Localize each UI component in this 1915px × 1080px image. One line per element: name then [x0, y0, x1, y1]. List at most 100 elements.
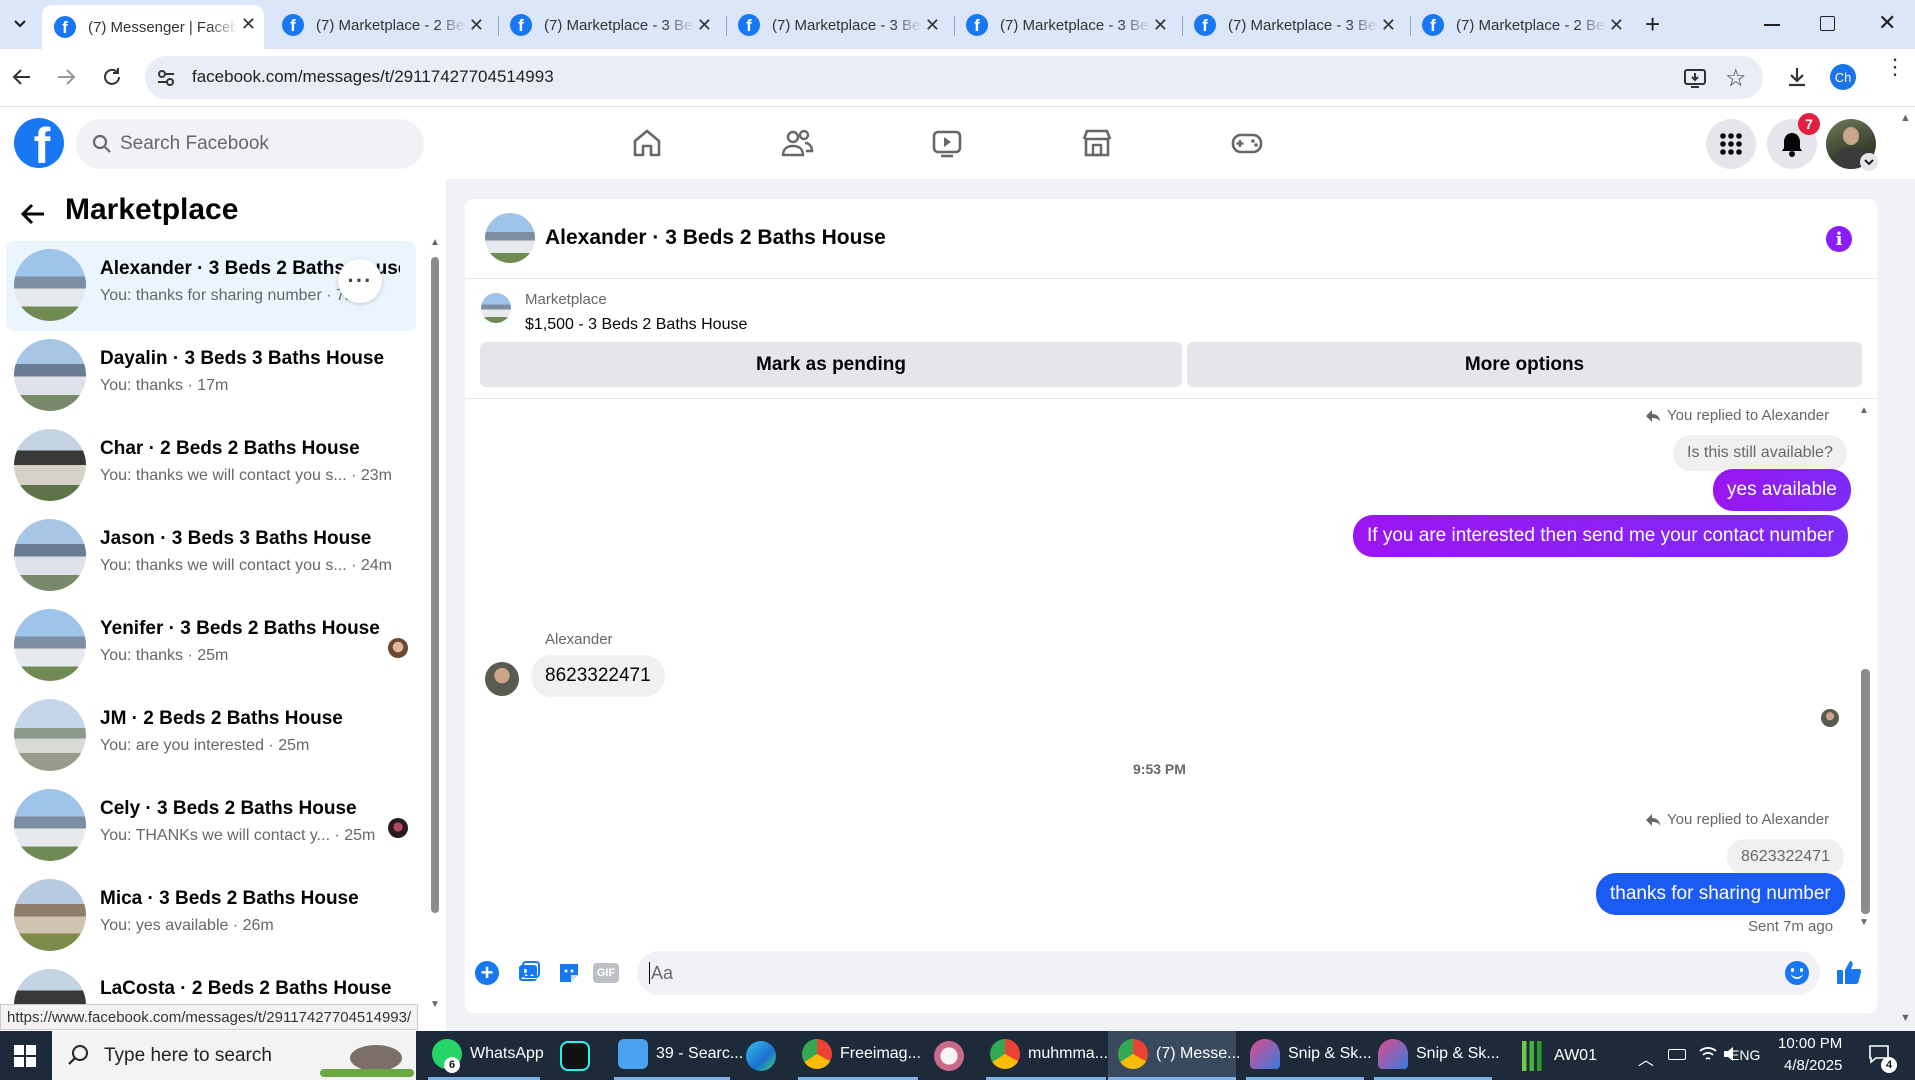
- taskbar-app-whatsapp[interactable]: WhatsApp 6: [428, 1031, 544, 1080]
- bell-icon: [1782, 133, 1802, 157]
- facebook-search-input[interactable]: Search Facebook: [76, 119, 424, 169]
- tab-search-button[interactable]: [8, 12, 32, 36]
- conversation-preview: You: thanks · 17m: [100, 377, 229, 394]
- forward-arrow-icon[interactable]: [56, 67, 76, 87]
- reply-indicator: You replied to Alexander: [1645, 811, 1829, 828]
- bookmark-star-icon[interactable]: ☆: [1725, 64, 1747, 93]
- video-icon[interactable]: [929, 125, 965, 161]
- restore-window-button[interactable]: [1820, 16, 1835, 31]
- wifi-icon[interactable]: [1698, 1045, 1718, 1063]
- browser-tab[interactable]: f (7) Messenger | Facebook ✕: [42, 5, 264, 49]
- add-attachment-button[interactable]: +: [475, 961, 499, 985]
- message-bubble-sent[interactable]: yes available: [1713, 469, 1851, 511]
- more-options-button[interactable]: More options: [1187, 342, 1862, 387]
- menu-grid-button[interactable]: [1706, 119, 1756, 169]
- page-scrollbar[interactable]: ▲ ▼: [1898, 112, 1914, 1030]
- url-text[interactable]: facebook.com/messages/t/2911742770451499…: [192, 67, 554, 87]
- taskbar-app-paint[interactable]: [934, 1031, 966, 1080]
- taskbar-app-chrome-messenger[interactable]: (7) Messe...: [1108, 1031, 1240, 1080]
- info-icon[interactable]: i: [1826, 226, 1852, 252]
- tab-title: (7) Marketplace - 2 Beds: [316, 16, 466, 34]
- conversation-item[interactable]: Char · 2 Beds 2 Baths House You: thanks …: [6, 421, 416, 511]
- like-thumb-icon[interactable]: [1835, 958, 1863, 986]
- conversation-item[interactable]: Mica · 3 Beds 2 Baths House You: yes ava…: [6, 871, 416, 961]
- gaming-icon[interactable]: [1229, 125, 1265, 161]
- taskbar-app-chrome-muhmma[interactable]: muhmma...: [986, 1031, 1108, 1080]
- language-indicator[interactable]: ENG: [1730, 1047, 1760, 1063]
- browser-tab[interactable]: f (7) Marketplace - 3 Beds ✕: [498, 6, 720, 44]
- taskbar-app-edge[interactable]: [746, 1031, 778, 1080]
- chat-scroll-thumb[interactable]: [1861, 669, 1870, 914]
- home-icon[interactable]: [629, 125, 665, 161]
- tab-title: (7) Marketplace - 2 Beds: [1456, 16, 1606, 34]
- conversation-list-pane: Marketplace Alexander · 3 Beds 2 Baths H…: [0, 179, 446, 1031]
- facebook-header: f Search Facebook 7: [0, 107, 1915, 179]
- taskbar-app-chrome-freeimages[interactable]: Freeimag...: [798, 1031, 921, 1080]
- message-bubble-sent[interactable]: If you are interested then send me your …: [1353, 515, 1848, 557]
- reload-icon[interactable]: [101, 66, 123, 88]
- back-arrow-icon[interactable]: [12, 67, 32, 87]
- browser-tab[interactable]: f (7) Marketplace - 2 Beds ✕: [1410, 6, 1632, 44]
- marketplace-icon[interactable]: [1079, 125, 1115, 161]
- close-tab-icon[interactable]: ✕: [925, 15, 940, 36]
- listing-thumbnail: [14, 429, 86, 501]
- windows-start-icon[interactable]: [14, 1045, 36, 1067]
- account-chevron-icon[interactable]: [1860, 153, 1878, 171]
- conversation-item[interactable]: Yenifer · 3 Beds 2 Baths House You: than…: [6, 601, 416, 691]
- quoted-message: 8623322471: [1727, 839, 1844, 875]
- photo-icon[interactable]: [517, 961, 541, 985]
- chat-title[interactable]: Alexander · 3 Beds 2 Baths House: [545, 226, 886, 250]
- sender-avatar[interactable]: [485, 662, 519, 696]
- new-tab-button[interactable]: +: [1645, 9, 1660, 40]
- taskbar-app-snip-2[interactable]: Snip & Sk...: [1374, 1031, 1500, 1080]
- message-bubble-sent[interactable]: thanks for sharing number: [1596, 873, 1845, 915]
- battery-icon[interactable]: [1668, 1049, 1686, 1060]
- taskbar-app-snip-1[interactable]: Snip & Sk...: [1246, 1031, 1372, 1080]
- search-highlight-image: [320, 1039, 414, 1077]
- sticker-icon[interactable]: [557, 961, 581, 985]
- emoji-icon[interactable]: [1785, 961, 1809, 985]
- back-arrow-icon[interactable]: [20, 203, 46, 225]
- downloads-icon[interactable]: [1785, 65, 1809, 89]
- taskbar-app-aw01[interactable]: AW01: [1516, 1031, 1612, 1080]
- conversation-options-button[interactable]: ···: [338, 259, 382, 303]
- mark-as-pending-button[interactable]: Mark as pending: [480, 342, 1182, 387]
- clock-date[interactable]: 4/8/2025: [1784, 1057, 1842, 1074]
- profile-avatar[interactable]: Ch: [1830, 64, 1856, 90]
- conversation-item[interactable]: Jason · 3 Beds 3 Baths House You: thanks…: [6, 511, 416, 601]
- browser-tab[interactable]: f (7) Marketplace - 2 Beds ✕: [270, 6, 492, 44]
- close-tab-icon[interactable]: ✕: [1381, 15, 1396, 36]
- message-bubble-received[interactable]: 8623322471: [531, 655, 665, 697]
- taskbar-app-search[interactable]: 39 - Searc...: [614, 1031, 743, 1080]
- gif-button[interactable]: GIF: [593, 963, 619, 983]
- browser-menu-icon[interactable]: ⋮: [1884, 56, 1906, 78]
- site-info-icon[interactable]: [155, 67, 177, 89]
- conversation-list-scrollbar[interactable]: ▲ ▼: [430, 237, 440, 1010]
- close-tab-icon[interactable]: ✕: [1153, 15, 1168, 36]
- listing-avatar[interactable]: [485, 213, 535, 263]
- minimize-window-button[interactable]: [1764, 24, 1780, 26]
- sender-name: Alexander: [545, 631, 613, 648]
- listing-price-title[interactable]: $1,500 - 3 Beds 2 Baths House: [525, 316, 747, 334]
- clock-time[interactable]: 10:00 PM: [1778, 1035, 1842, 1052]
- message-input[interactable]: Aa: [637, 951, 1820, 995]
- conversation-item[interactable]: Alexander · 3 Beds 2 Baths House You: th…: [6, 241, 416, 331]
- install-app-icon[interactable]: [1683, 67, 1707, 89]
- friends-icon[interactable]: [779, 125, 815, 161]
- browser-tab[interactable]: f (7) Marketplace - 3 Beds ✕: [726, 6, 948, 44]
- conversation-item[interactable]: Cely · 3 Beds 2 Baths House You: THANKs …: [6, 781, 416, 871]
- browser-tab[interactable]: f (7) Marketplace - 3 Beds ✕: [954, 6, 1176, 44]
- taskbar-search-input[interactable]: Type here to search: [52, 1031, 416, 1080]
- facebook-logo-icon[interactable]: f: [14, 118, 64, 168]
- listing-mini-thumbnail[interactable]: [481, 293, 511, 323]
- taskbar-app-tiktok[interactable]: [560, 1031, 592, 1080]
- close-window-button[interactable]: ✕: [1878, 10, 1896, 36]
- conversation-item[interactable]: Dayalin · 3 Beds 3 Baths House You: than…: [6, 331, 416, 421]
- show-hidden-icons-chevron[interactable]: ︿: [1638, 1046, 1654, 1070]
- close-tab-icon[interactable]: ✕: [697, 15, 712, 36]
- conversation-item[interactable]: JM · 2 Beds 2 Baths House You: are you i…: [6, 691, 416, 781]
- close-tab-icon[interactable]: ✕: [241, 14, 256, 35]
- close-tab-icon[interactable]: ✕: [469, 15, 484, 36]
- browser-tab[interactable]: f (7) Marketplace - 3 Beds ✕: [1182, 6, 1404, 44]
- close-tab-icon[interactable]: ✕: [1609, 15, 1624, 36]
